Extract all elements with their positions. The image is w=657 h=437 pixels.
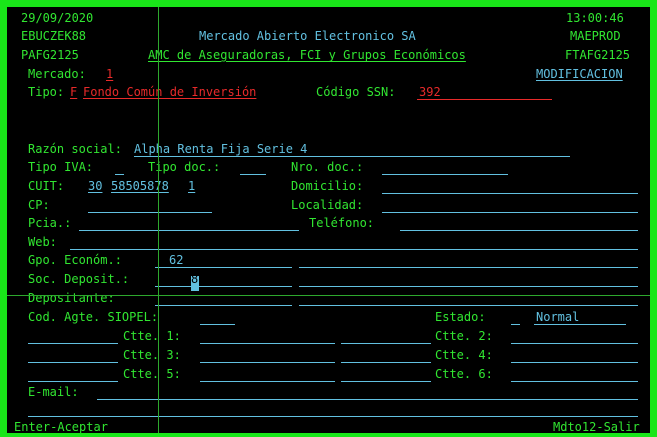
tipo-iva-label: Tipo IVA:	[28, 160, 94, 174]
razon-social-label: Razón social:	[28, 142, 122, 156]
ctte-1-label: Ctte. 1:	[123, 329, 181, 343]
module-name: MAEPROD	[570, 29, 621, 43]
ctte-6-label: Ctte. 6:	[435, 367, 493, 381]
telefono-label: Teléfono:	[309, 216, 375, 230]
time-label: 13:00:46	[566, 11, 624, 25]
terminal-screen: 29/09/2020 13:00:46 EBUCZEK88 Mercado Ab…	[0, 0, 657, 437]
cod-agte-siopel-field[interactable]	[200, 324, 235, 325]
soc-deposit-description	[299, 286, 638, 287]
depositante-description	[299, 305, 638, 306]
ctte-2-code-field[interactable]	[341, 343, 431, 344]
screen-id: FTAFG2125	[565, 48, 631, 62]
soc-deposit-field[interactable]	[155, 286, 292, 287]
ctte-5-code-field[interactable]	[28, 381, 118, 382]
domicilio-label: Domicilio:	[291, 179, 364, 193]
email-field-continued[interactable]	[28, 416, 638, 417]
tipo-doc-field[interactable]	[240, 174, 266, 175]
codigo-ssn-value[interactable]: 392	[419, 84, 441, 100]
tipo-label: Tipo:	[28, 85, 65, 99]
nro-doc-label: Nro. doc.:	[291, 160, 364, 174]
tipo-iva-field[interactable]	[115, 174, 124, 175]
web-label: Web:	[28, 235, 57, 249]
ctte-4-label: Ctte. 4:	[435, 348, 493, 362]
tipo-description: Fondo Común de Inversión	[83, 85, 257, 99]
user-id: EBUCZEK88	[21, 29, 87, 43]
ctte-3-code-field[interactable]	[28, 362, 118, 363]
estado-description	[534, 324, 626, 325]
ctte-5-field[interactable]	[200, 381, 335, 382]
cuit-check-field[interactable]: 1	[188, 178, 195, 194]
ctte-1-code-field[interactable]	[28, 343, 118, 344]
pcia-field[interactable]	[79, 230, 299, 231]
mode-indicator: MODIFICACION	[536, 67, 623, 81]
crosshair-horizontal-line	[7, 295, 650, 296]
ctte-6-field[interactable]	[511, 381, 638, 382]
ctte-4-code-field[interactable]	[341, 362, 431, 363]
ctte-6-code-field[interactable]	[341, 381, 431, 382]
nro-doc-field[interactable]	[382, 174, 508, 175]
localidad-field[interactable]	[382, 212, 638, 213]
telefono-field[interactable]	[400, 230, 638, 231]
gpo-econom-value[interactable]: 62	[169, 252, 183, 268]
tipo-code-field[interactable]: F	[70, 84, 77, 100]
cp-label: CP:	[28, 198, 50, 212]
gpo-econom-field[interactable]	[155, 267, 292, 268]
program-id: PAFG2125	[21, 48, 79, 62]
ctte-5-label: Ctte. 5:	[123, 367, 181, 381]
screen-subtitle: AMC de Aseguradoras, FCI y Grupos Económ…	[148, 48, 466, 62]
depositante-label: Depositante:	[28, 291, 115, 305]
pcia-label: Pcia.:	[28, 216, 72, 230]
estado-value: Normal	[536, 310, 580, 324]
email-label: E-mail:	[28, 385, 79, 399]
ctte-1-field[interactable]	[200, 343, 335, 344]
exit-key[interactable]: Mdto12-Salir	[553, 419, 640, 433]
razon-social-field[interactable]	[134, 156, 570, 157]
cp-field[interactable]	[88, 212, 212, 213]
ctte-2-label: Ctte. 2:	[435, 329, 493, 343]
web-field[interactable]	[70, 249, 638, 250]
depositante-field[interactable]	[155, 305, 292, 306]
ctte-3-field[interactable]	[200, 362, 335, 363]
domicilio-field[interactable]	[382, 193, 638, 194]
ctte-2-field[interactable]	[511, 343, 638, 344]
cod-agte-siopel-label: Cod. Agte. SIOPEL:	[28, 310, 159, 324]
razon-social-value[interactable]: Alpha Renta Fija Serie 4	[134, 141, 307, 157]
date-label: 29/09/2020	[21, 11, 94, 25]
soc-deposit-label: Soc. Deposit.:	[28, 272, 130, 286]
soc-deposit-value[interactable]: 8	[191, 271, 198, 287]
localidad-label: Localidad:	[291, 198, 364, 212]
ctte-4-field[interactable]	[511, 362, 638, 363]
gpo-econom-label: Gpo. Económ.:	[28, 253, 122, 267]
codigo-ssn-underline	[417, 99, 552, 100]
ctte-3-label: Ctte. 3:	[123, 348, 181, 362]
email-field[interactable]	[97, 399, 638, 400]
mercado-field[interactable]: 1	[106, 66, 113, 82]
estado-label: Estado:	[435, 310, 486, 324]
mercado-label: Mercado:	[28, 67, 86, 81]
enter-accept-key[interactable]: Enter-Aceptar	[14, 419, 108, 433]
cuit-label: CUIT:	[28, 179, 65, 193]
gpo-econom-description	[299, 267, 638, 268]
codigo-ssn-label: Código SSN:	[316, 85, 396, 99]
crosshair-vertical-line	[158, 7, 159, 433]
cuit-prefix-field[interactable]: 30	[88, 178, 102, 194]
cuit-number-field[interactable]: 58505878	[111, 178, 169, 194]
system-title: Mercado Abierto Electronico SA	[199, 29, 416, 43]
estado-code-field[interactable]	[511, 324, 520, 325]
